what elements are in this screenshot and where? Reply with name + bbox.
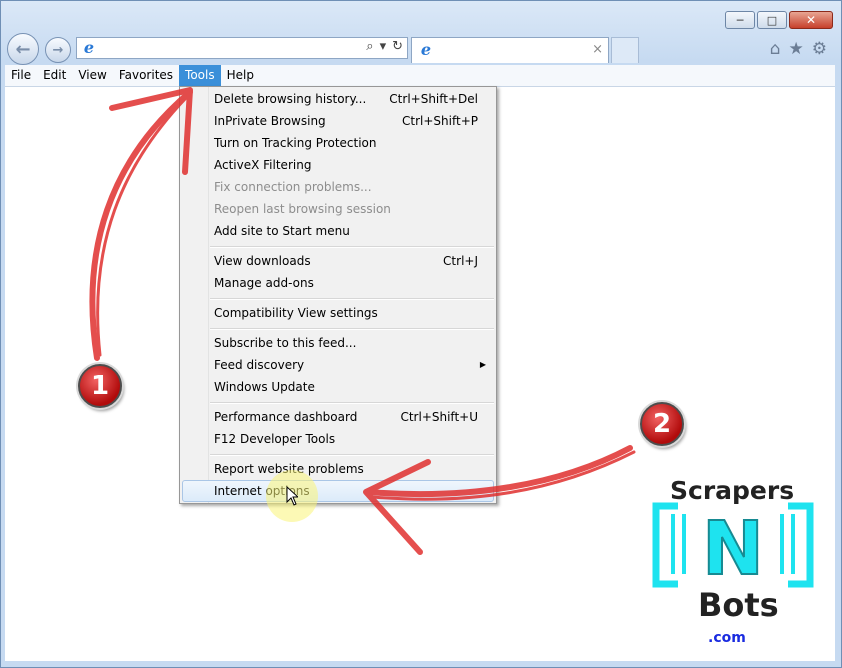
arrow-2-head [363,459,431,555]
logo-line-3: .com [708,630,746,646]
arrow-1-shaft [89,89,193,361]
scrapers-n-bots-logo: Scrapers N Bots .com [648,476,818,656]
logo-n-mark: N [652,502,814,588]
logo-line-1: Scrapers [670,476,795,505]
mouse-pointer-icon [286,486,298,506]
arrow-1-shaft-stroke [96,96,188,357]
step-badge-1: 1 [78,364,122,408]
step-badge-2: 2 [640,402,684,446]
logo-line-2: Bots [698,586,779,624]
logo-n-letter: N [702,506,764,588]
